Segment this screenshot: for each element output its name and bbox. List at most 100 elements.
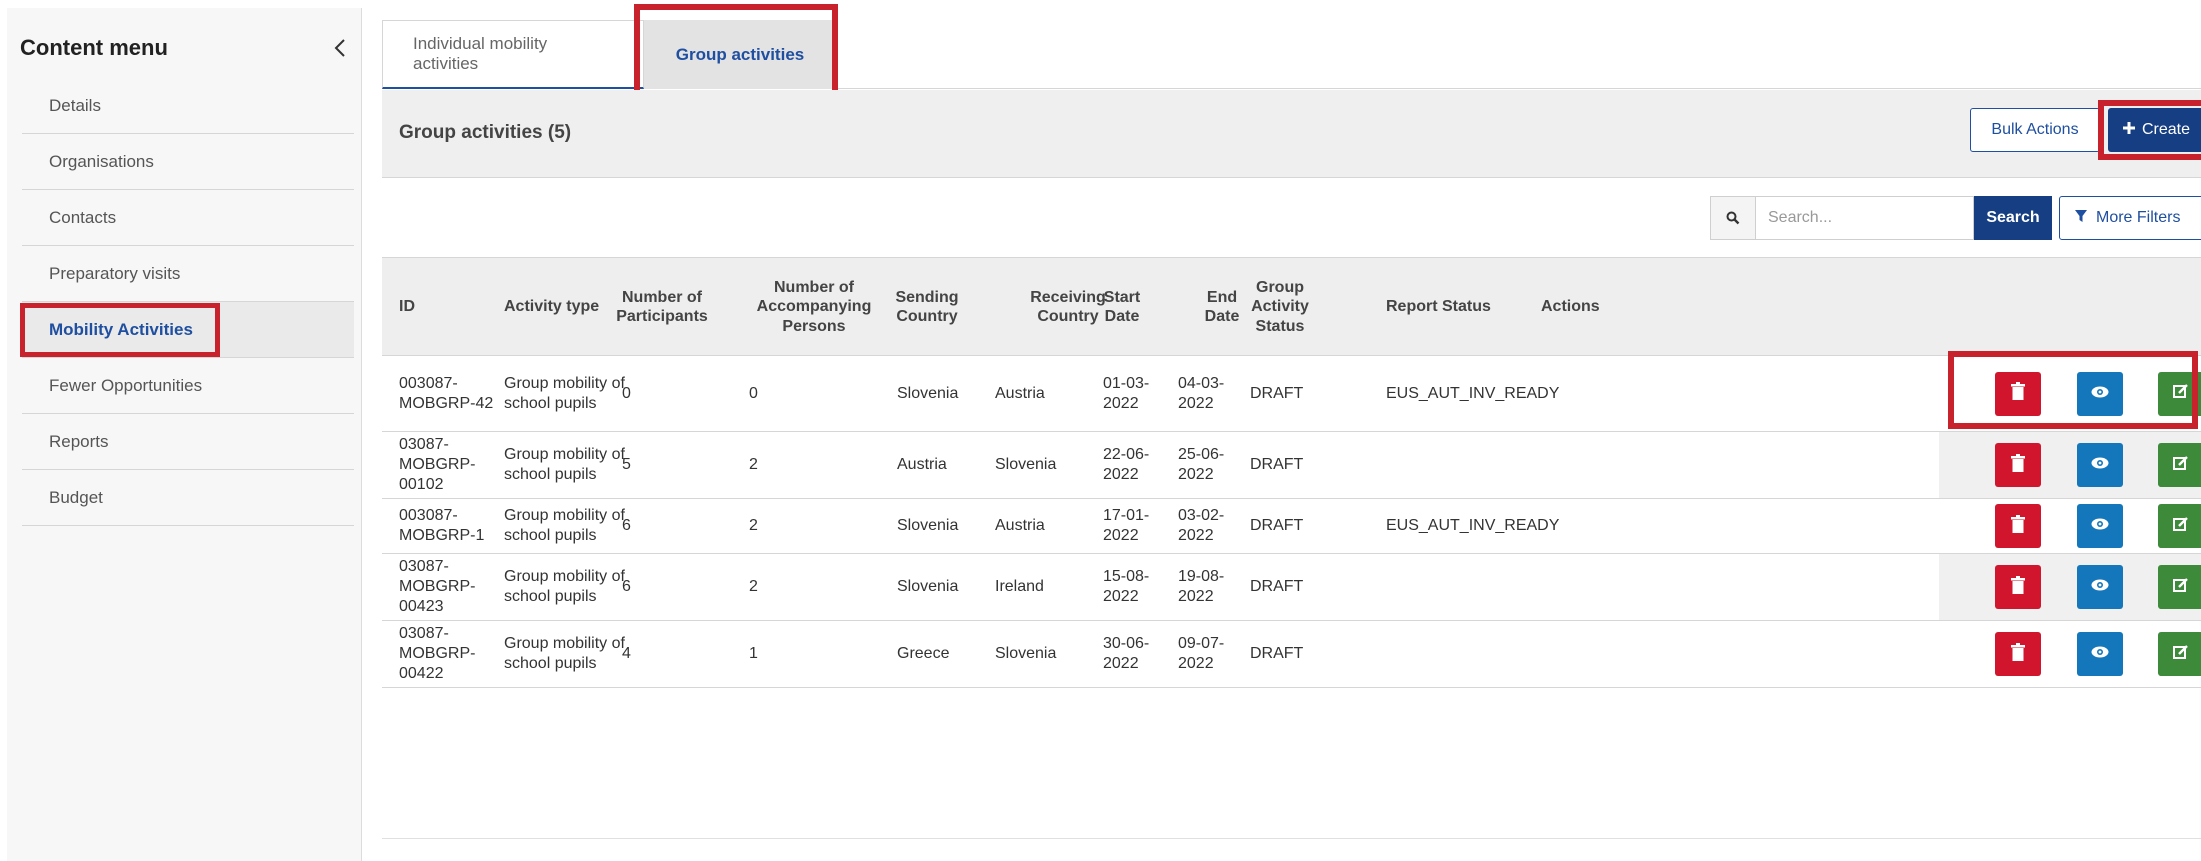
delete-button[interactable] <box>1995 371 2041 416</box>
sidebar-item-organisations[interactable]: Organisations <box>22 134 354 190</box>
cell-activity-type: Group mobility of school pupils <box>504 374 625 412</box>
cell-status: DRAFT <box>1250 578 1304 595</box>
edit-button[interactable] <box>2158 632 2201 676</box>
edit-button[interactable] <box>2158 371 2201 416</box>
edit-button[interactable] <box>2158 504 2201 548</box>
edit-icon <box>2173 577 2189 598</box>
column-header[interactable]: ID <box>399 258 489 356</box>
create-button[interactable]: Create <box>2108 108 2201 152</box>
cell-end-date: 04-03-2022 <box>1178 374 1225 412</box>
cell-id: 03087-MOBGRP-00102 <box>399 436 476 493</box>
delete-button[interactable] <box>1995 565 2041 609</box>
column-header[interactable]: Start Date <box>1094 258 1150 356</box>
cell-receiving-country: Ireland <box>995 578 1044 595</box>
cell-receiving-country: Austria <box>995 517 1045 534</box>
delete-button[interactable] <box>1995 504 2041 548</box>
column-header[interactable]: Sending Country <box>889 258 965 356</box>
cell-status: DRAFT <box>1250 456 1304 473</box>
sidebar-item-label: Fewer Opportunities <box>49 375 203 395</box>
edit-button[interactable] <box>2158 443 2201 487</box>
cell-start-date: 30-06-2022 <box>1103 635 1150 672</box>
sidebar-item-mobility-activities[interactable]: Mobility Activities <box>20 302 354 358</box>
delete-button[interactable] <box>1995 632 2041 676</box>
panel-title: Group activities (5) <box>399 122 572 143</box>
edit-icon <box>2173 516 2189 537</box>
column-header[interactable]: Report Status <box>1386 258 1526 356</box>
sidebar-header: Content menu <box>20 34 350 62</box>
cell-receiving-country: Austria <box>995 384 1045 402</box>
cell-accompanying: 1 <box>749 645 758 662</box>
search-button[interactable]: Search <box>1974 196 2052 240</box>
cell-activity-type: Group mobility of school pupils <box>504 446 625 483</box>
sidebar-item-details[interactable]: Details <box>22 78 354 134</box>
column-header[interactable]: Number of Accompanying Persons <box>749 258 879 356</box>
search-group: Search <box>1710 196 2052 240</box>
column-header[interactable]: End Date <box>1195 258 1249 356</box>
cell-status: DRAFT <box>1250 645 1304 662</box>
view-button[interactable] <box>2077 504 2123 548</box>
table-row: 003087-MOBGRP-42 Group mobility of schoo… <box>382 351 2201 432</box>
view-button[interactable] <box>2077 371 2123 416</box>
table-header: ID Activity type Number of Participants … <box>382 258 2201 356</box>
sidebar-item-preparatory-visits[interactable]: Preparatory visits <box>22 246 354 302</box>
edit-button[interactable] <box>2158 565 2201 609</box>
cell-start-date: 17-01-2022 <box>1103 507 1150 544</box>
sidebar-item-budget[interactable]: Budget <box>22 470 354 526</box>
sidebar-item-fewer-opportunities[interactable]: Fewer Opportunities <box>22 358 354 414</box>
cell-activity-type: Group mobility of school pupils <box>504 507 625 544</box>
view-button[interactable] <box>2077 443 2123 487</box>
create-label: Create <box>2142 121 2191 138</box>
trash-icon <box>2011 575 2025 599</box>
search-button-label: Search <box>1986 209 2040 226</box>
tab-group-activities[interactable]: Group activities <box>634 4 838 96</box>
eye-icon <box>2091 385 2109 403</box>
cell-end-date: 19-08-2022 <box>1178 568 1225 605</box>
cell-sending-country: Slovenia <box>897 384 959 402</box>
more-filters-button[interactable]: More Filters <box>2059 196 2201 240</box>
cell-sending-country: Greece <box>897 645 950 662</box>
actions-cell <box>1939 356 2201 431</box>
cell-accompanying: 2 <box>749 456 758 473</box>
cell-receiving-country: Slovenia <box>995 456 1057 473</box>
cell-receiving-country: Slovenia <box>995 645 1057 662</box>
sidebar-item-label: Preparatory visits <box>49 263 181 283</box>
column-header[interactable]: Group Activity Status <box>1243 258 1317 356</box>
tab-individual-mobility[interactable]: Individual mobility activities <box>382 20 644 89</box>
actions-cell <box>1939 499 2201 553</box>
sidebar-item-label: Details <box>49 95 101 115</box>
content-menu-sidebar: Content menu Details Organisations Conta… <box>7 8 362 861</box>
sidebar-item-contacts[interactable]: Contacts <box>22 190 354 246</box>
sidebar-item-reports[interactable]: Reports <box>22 414 354 470</box>
eye-icon <box>2091 517 2109 535</box>
column-header[interactable]: Number of Participants <box>606 258 718 356</box>
cell-report-status <box>1386 621 1566 687</box>
trash-icon <box>2011 514 2025 538</box>
main-content: Individual mobility activities Group act… <box>382 4 2201 861</box>
group-activities-table: ID Activity type Number of Participants … <box>382 258 2201 688</box>
actions-cell <box>1939 621 2201 687</box>
search-input[interactable] <box>1756 196 1974 240</box>
bulk-actions-button[interactable]: Bulk Actions <box>1970 108 2100 152</box>
cell-id: 003087-MOBGRP-1 <box>399 507 485 544</box>
table-row: 03087-MOBGRP-00423 Group mobility of sch… <box>382 554 2201 621</box>
sidebar-item-label: Budget <box>49 487 103 507</box>
delete-button[interactable] <box>1995 443 2041 487</box>
cell-participants: 4 <box>622 645 631 662</box>
view-button[interactable] <box>2077 632 2123 676</box>
cell-end-date: 09-07-2022 <box>1178 635 1225 672</box>
highlight-box <box>20 303 220 357</box>
sidebar-item-label: Reports <box>49 431 109 451</box>
table-row: 03087-MOBGRP-00102 Group mobility of sch… <box>382 432 2201 499</box>
edit-icon <box>2173 455 2189 476</box>
trash-icon <box>2011 642 2025 666</box>
cell-end-date: 25-06-2022 <box>1178 446 1225 483</box>
highlight-box <box>634 4 838 96</box>
actions-cell <box>1939 554 2201 620</box>
chevron-left-icon[interactable] <box>330 38 350 58</box>
bulk-actions-label: Bulk Actions <box>1991 121 2079 138</box>
view-button[interactable] <box>2077 565 2123 609</box>
filter-icon <box>2074 209 2088 228</box>
cell-sending-country: Austria <box>897 456 947 473</box>
eye-icon <box>2091 456 2109 474</box>
cell-accompanying: 0 <box>749 384 758 402</box>
